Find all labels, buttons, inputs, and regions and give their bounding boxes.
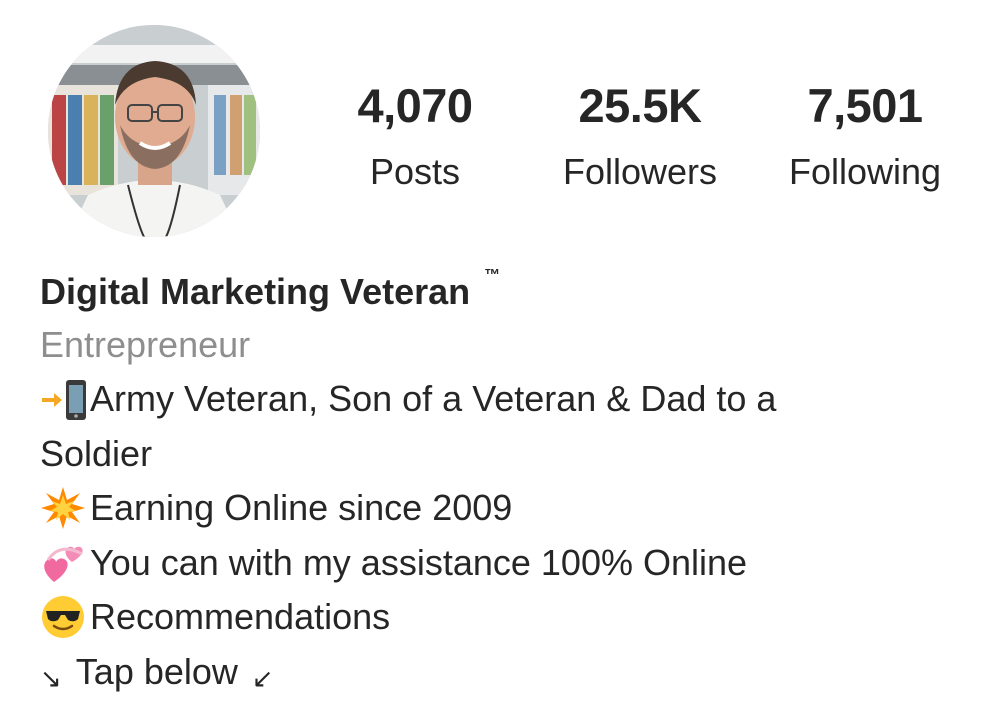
arrow-down-left-icon: ↙ <box>252 651 274 705</box>
profile-avatar[interactable] <box>48 25 260 237</box>
bio-line-3-text: You can with my assistance 100% Online <box>90 536 747 591</box>
profile-name: Digital Marketing Veteran <box>40 266 470 318</box>
profile-stats: 4,070 Posts 25.5K Followers 7,501 Follow… <box>320 78 970 208</box>
avatar-photo-icon <box>48 25 260 237</box>
bio-line-3: You can with my assistance 100% Online <box>40 536 980 591</box>
bio-line-1-text: Army Veteran, Son of a Veteran & Dad to … <box>90 372 776 427</box>
followers-stat[interactable]: 25.5K Followers <box>545 78 735 194</box>
posts-stat[interactable]: 4,070 Posts <box>340 78 490 194</box>
bio-line-5-text: Tap below <box>76 645 238 700</box>
collision-icon <box>40 485 86 531</box>
bio-line-1: Army Veteran, Son of a Veteran & Dad to … <box>40 372 980 427</box>
posts-label: Posts <box>340 150 490 194</box>
bio-line-4-text: Recommendations <box>90 590 390 645</box>
profile-name-line: Digital Marketing Veteran ™ <box>40 266 980 318</box>
bio-line-1-cont: Soldier <box>40 427 980 482</box>
posts-count: 4,070 <box>340 78 490 134</box>
profile-category: Entrepreneur <box>40 318 980 372</box>
profile-bio: Digital Marketing Veteran ™ Entrepreneur… <box>40 266 980 699</box>
arrow-down-right-icon: ↘ <box>40 651 62 705</box>
bio-line-4: Recommendations <box>40 590 980 645</box>
arrow-right-phone-icon <box>40 376 86 422</box>
bio-line-2-text: Earning Online since 2009 <box>90 481 512 536</box>
revolving-hearts-icon <box>40 540 86 586</box>
sunglasses-face-icon <box>40 594 86 640</box>
trademark-mark: ™ <box>484 250 500 302</box>
bio-line-2: Earning Online since 2009 <box>40 481 980 536</box>
following-stat[interactable]: 7,501 Following <box>770 78 960 194</box>
profile-header: 4,070 Posts 25.5K Followers 7,501 Follow… <box>0 0 1000 260</box>
followers-label: Followers <box>545 150 735 194</box>
bio-line-5: ↘ Tap below ↙ <box>40 645 980 700</box>
following-count: 7,501 <box>770 78 960 134</box>
followers-count: 25.5K <box>545 78 735 134</box>
following-label: Following <box>770 150 960 194</box>
